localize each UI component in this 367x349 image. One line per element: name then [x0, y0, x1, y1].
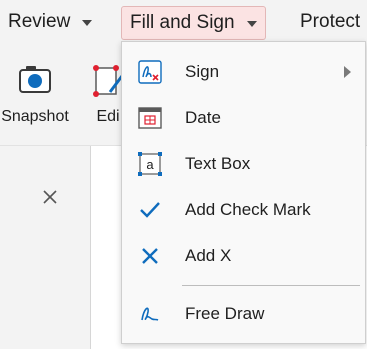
chevron-down-icon — [82, 20, 93, 26]
menu-item-free-draw-label: Free Draw — [185, 304, 265, 323]
edit-label: Edi — [96, 108, 120, 125]
signature-icon — [136, 58, 164, 86]
menu-separator — [182, 285, 360, 286]
svg-text:a: a — [146, 157, 154, 172]
left-pane — [0, 146, 90, 349]
menu-item-sign-label: Sign — [185, 62, 220, 81]
menu-item-add-x-label: Add X — [185, 246, 232, 265]
menu-item-free-draw[interactable]: Free Draw — [122, 292, 365, 336]
snapshot-label: Snapshot — [1, 108, 69, 125]
menu-protect-label: Protect — [300, 11, 361, 32]
menu-item-add-x[interactable]: Add X — [122, 234, 365, 278]
fill-and-sign-dropdown: Sign Date a Text Box Add Check Mark Add … — [121, 41, 366, 344]
x-mark-icon — [136, 242, 164, 270]
menu-bar: Review Fill and Sign Protect — [0, 0, 367, 44]
check-icon — [136, 196, 164, 224]
chevron-down-icon — [246, 21, 257, 27]
menu-item-date-label: Date — [185, 108, 221, 127]
camera-icon — [15, 62, 55, 98]
menu-review[interactable]: Review — [8, 0, 93, 44]
menu-item-date[interactable]: Date — [122, 96, 365, 140]
snapshot-button[interactable]: Snapshot — [0, 44, 70, 126]
pen-draw-icon — [136, 300, 164, 328]
menu-fill-and-sign[interactable]: Fill and Sign — [121, 6, 266, 40]
menu-item-add-check-mark[interactable]: Add Check Mark — [122, 188, 365, 232]
close-pane-icon[interactable] — [41, 188, 59, 206]
text-box-icon: a — [136, 150, 164, 178]
menu-fill-and-sign-label: Fill and Sign — [130, 12, 235, 33]
menu-review-label: Review — [8, 11, 71, 32]
menu-item-sign[interactable]: Sign — [122, 50, 365, 94]
calendar-icon — [136, 104, 164, 132]
menu-protect[interactable]: Protect — [300, 0, 360, 44]
submenu-arrow-icon — [344, 66, 351, 78]
menu-item-text-box-label: Text Box — [185, 154, 251, 173]
menu-item-text-box[interactable]: a Text Box — [122, 142, 365, 186]
menu-item-add-check-mark-label: Add Check Mark — [185, 200, 311, 219]
